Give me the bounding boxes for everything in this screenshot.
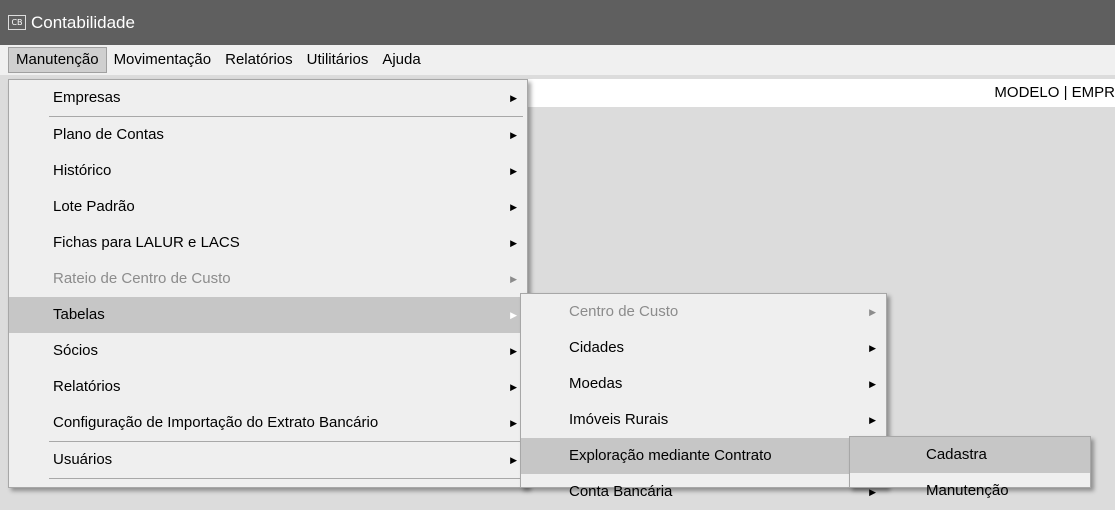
menubar-ajuda[interactable]: Ajuda <box>375 47 427 73</box>
menubar-utilitarios[interactable]: Utilitários <box>300 47 376 73</box>
menu-item-label: Tabelas <box>53 306 105 323</box>
submenu-arrow-icon: ▶ <box>510 346 517 356</box>
menu-item-historico[interactable]: Histórico ▶ <box>9 153 527 189</box>
menu-item-label: Fichas para LALUR e LACS <box>53 234 240 251</box>
menu-item-usuarios[interactable]: Usuários ▶ <box>9 442 527 478</box>
submenu-arrow-icon: ▶ <box>510 93 517 103</box>
menu-item-manutencao[interactable]: Manutenção <box>850 473 1090 509</box>
submenu-arrow-icon: ▶ <box>869 379 876 389</box>
submenu-arrow-icon: ▶ <box>510 455 517 465</box>
exploracao-submenu: Cadastra Manutenção <box>849 436 1091 499</box>
menu-item-label: Usuários <box>53 451 113 468</box>
menu-item-label: Exploração mediante Contrato <box>569 447 772 464</box>
menu-item-label: Cidades <box>569 339 625 356</box>
menu-separator <box>49 478 523 479</box>
menu-item-cadastra[interactable]: Cadastra <box>850 437 1090 473</box>
submenu-arrow-icon: ▶ <box>510 274 517 284</box>
menu-item-label: Lote Padrão <box>53 198 135 215</box>
menu-item-moedas[interactable]: Moedas ▶ <box>521 366 886 402</box>
menubar-manutencao[interactable]: Manutenção <box>8 47 107 73</box>
manutencao-menu: Empresas ▶ Plano de Contas ▶ Histórico ▶… <box>8 79 528 488</box>
menu-item-lote-padrao[interactable]: Lote Padrão ▶ <box>9 189 527 225</box>
menu-item-imoveis-rurais[interactable]: Imóveis Rurais ▶ <box>521 402 886 438</box>
title-bar: CB Contabilidade <box>0 0 1115 45</box>
menu-item-fichas-lalur-lacs[interactable]: Fichas para LALUR e LACS ▶ <box>9 225 527 261</box>
submenu-arrow-icon: ▶ <box>510 130 517 140</box>
submenu-arrow-icon: ▶ <box>869 415 876 425</box>
menu-item-socios[interactable]: Sócios ▶ <box>9 333 527 369</box>
submenu-arrow-icon: ▶ <box>510 166 517 176</box>
menu-item-label: Empresas <box>53 89 121 106</box>
menu-item-label: Cadastra <box>926 446 987 463</box>
submenu-arrow-icon: ▶ <box>869 343 876 353</box>
submenu-arrow-icon: ▶ <box>510 418 517 428</box>
app-icon: CB <box>8 15 26 30</box>
submenu-arrow-icon: ▶ <box>510 202 517 212</box>
menu-item-label: Manutenção <box>926 482 1009 499</box>
menu-item-config-importacao-extrato[interactable]: Configuração de Importação do Extrato Ba… <box>9 405 527 441</box>
menu-item-label: Centro de Custo <box>569 303 679 320</box>
menu-bar: Manutenção Movimentação Relatórios Utili… <box>0 45 1115 75</box>
menu-item-rateio-centro-custo[interactable]: Rateio de Centro de Custo ▶ <box>9 261 527 297</box>
menu-item-relatorios[interactable]: Relatórios ▶ <box>9 369 527 405</box>
submenu-arrow-icon: ▶ <box>510 238 517 248</box>
company-header-strip: MODELO | EMPR <box>520 79 1115 107</box>
menu-item-tabelas[interactable]: Tabelas ▶ <box>9 297 527 333</box>
menu-item-plano-de-contas[interactable]: Plano de Contas ▶ <box>9 117 527 153</box>
menu-item-label: Sócios <box>53 342 99 359</box>
menu-item-label: Rateio de Centro de Custo <box>53 270 231 287</box>
menu-item-label: Histórico <box>53 162 112 179</box>
menu-item-label: Configuração de Importação do Extrato Ba… <box>53 414 379 431</box>
menu-item-label: Relatórios <box>53 378 121 395</box>
company-header-text: MODELO | EMPR <box>994 84 1115 101</box>
menu-item-label: Plano de Contas <box>53 126 164 143</box>
menubar-relatorios[interactable]: Relatórios <box>218 47 300 73</box>
menu-item-label: Imóveis Rurais <box>569 411 669 428</box>
menu-item-exploracao-contrato[interactable]: Exploração mediante Contrato ▶ <box>521 438 886 474</box>
tabelas-submenu: Centro de Custo ▶ Cidades ▶ Moedas ▶ Imó… <box>520 293 887 500</box>
window-title: Contabilidade <box>31 12 135 32</box>
menu-item-conta-bancaria[interactable]: Conta Bancária ▶ <box>521 474 886 510</box>
submenu-arrow-icon: ▶ <box>510 382 517 392</box>
menu-item-cidades[interactable]: Cidades ▶ <box>521 330 886 366</box>
submenu-arrow-icon: ▶ <box>510 310 517 320</box>
menubar-movimentacao[interactable]: Movimentação <box>107 47 219 73</box>
menu-item-empresas[interactable]: Empresas ▶ <box>9 80 527 116</box>
menu-item-label: Moedas <box>569 375 623 392</box>
menu-item-centro-de-custo[interactable]: Centro de Custo ▶ <box>521 294 886 330</box>
submenu-arrow-icon: ▶ <box>869 307 876 317</box>
